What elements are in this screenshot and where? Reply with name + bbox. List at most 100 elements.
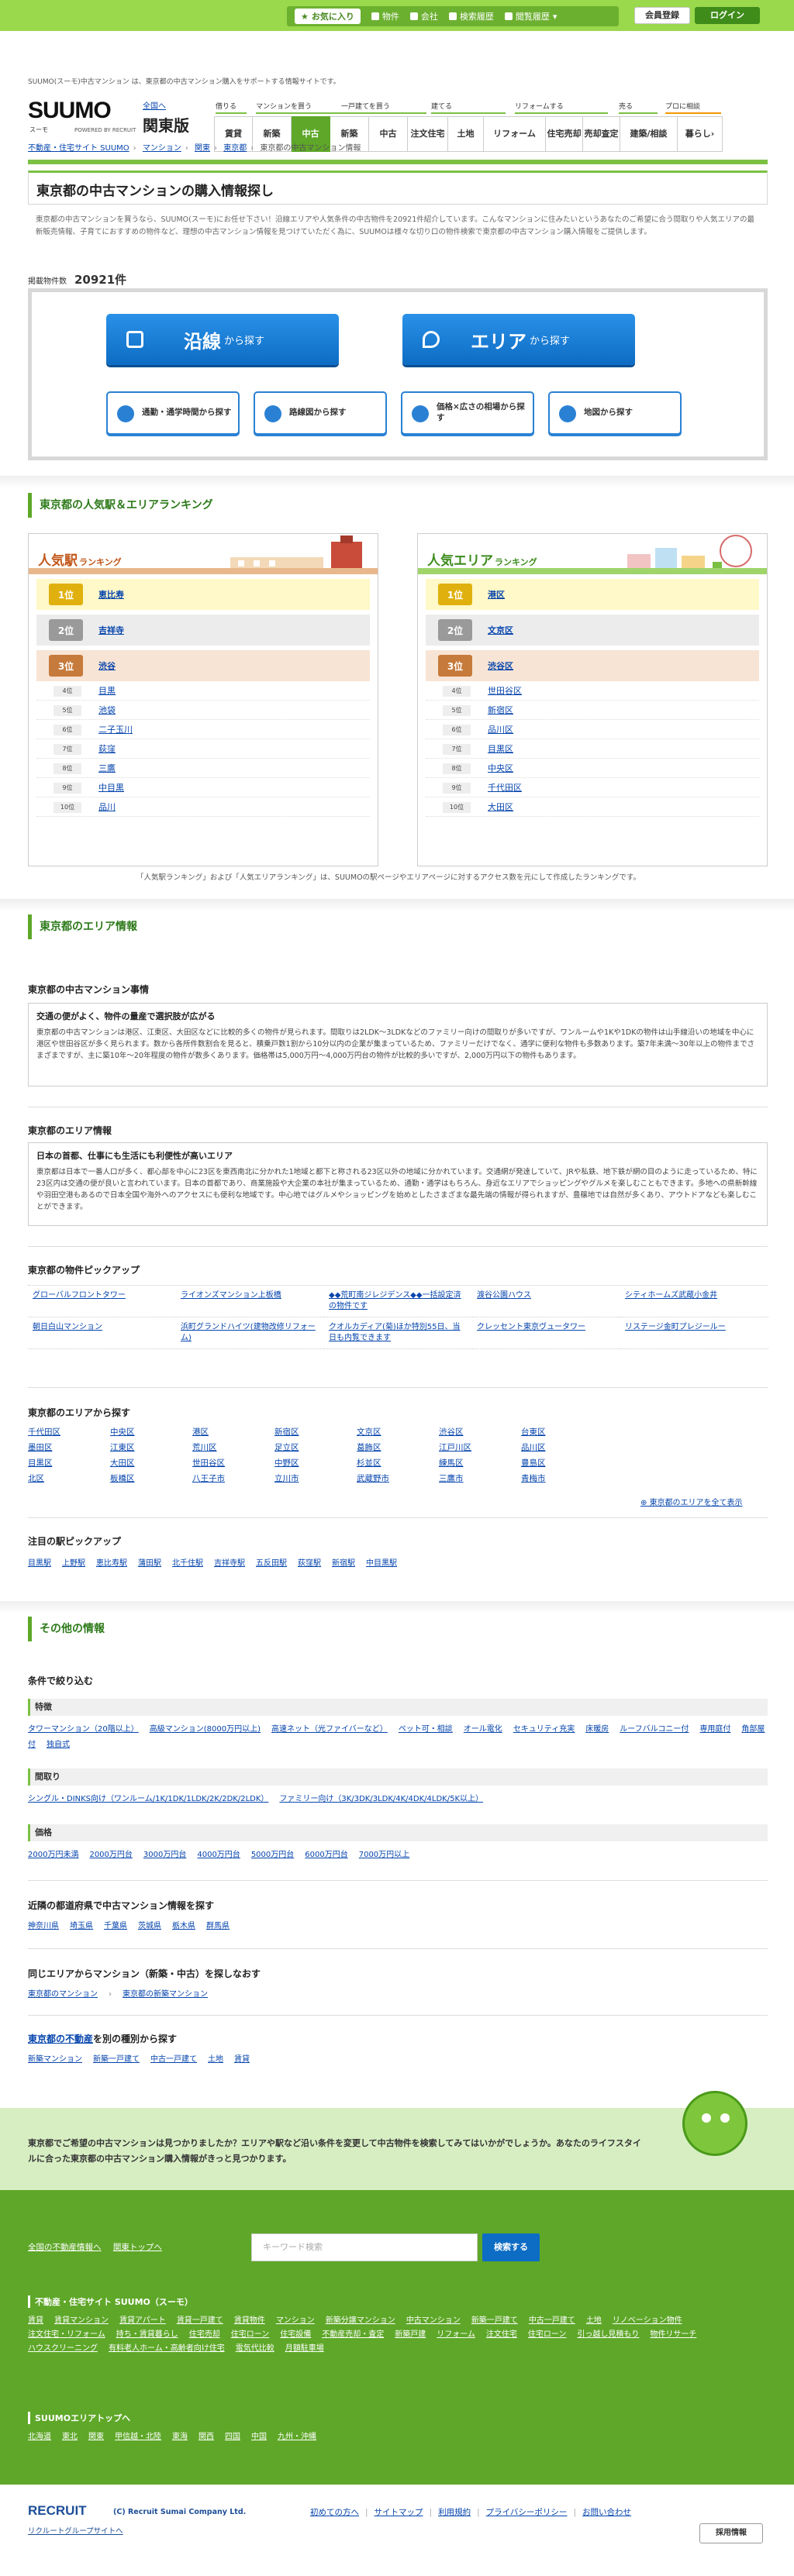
footer-link[interactable]: 新築一戸建て (471, 2314, 518, 2328)
ranking-link[interactable]: 中目黒 (98, 781, 124, 794)
same-area-link[interactable]: 東京都の新築マンション (123, 1990, 208, 1999)
property-link[interactable]: ライオンズマンション上板橋 (181, 1291, 281, 1300)
ranking-link[interactable]: 吉祥寺 (98, 624, 124, 636)
footer-area-link[interactable]: 関西 (198, 2430, 214, 2444)
footer-area-link[interactable]: 中国 (251, 2430, 267, 2444)
ward-link[interactable]: 三鷹市 (439, 1471, 521, 1486)
feature-link[interactable]: タワーマンション（20階以上） (28, 1725, 139, 1734)
station-link[interactable]: 蒲田駅 (138, 1559, 161, 1568)
footer-link[interactable]: ハウスクリーニング (28, 2342, 98, 2356)
ranking-link[interactable]: 大田区 (488, 801, 513, 813)
footer-link[interactable]: 有料老人ホーム・高齢者向け住宅 (109, 2342, 225, 2356)
feature-link[interactable]: 専用庭付 (699, 1725, 730, 1734)
ward-link[interactable]: 立川市 (274, 1471, 357, 1486)
property-link[interactable]: リステージ金町プレジールー (625, 1323, 726, 1331)
breadcrumb-link[interactable]: 東京都 (223, 144, 247, 153)
show-all-wards-link[interactable]: ⊕ 東京都のエリアを全て表示 (640, 1496, 743, 1507)
station-link[interactable]: 中目黒駅 (366, 1559, 397, 1568)
property-type-link[interactable]: 賃貸 (234, 2055, 250, 2064)
footer-link[interactable]: 中古マンション (406, 2314, 461, 2328)
suumo-logo[interactable]: SUUMO (28, 98, 112, 124)
ranking-link[interactable]: 渋谷 (98, 659, 116, 672)
ranking-link[interactable]: 千代田区 (488, 781, 522, 794)
ranking-link[interactable]: 港区 (488, 588, 505, 601)
recruit-logo[interactable]: RECRUIT (28, 2503, 87, 2519)
footer-link[interactable]: 注文住宅・リフォーム (28, 2328, 105, 2342)
ward-link[interactable]: 中野区 (274, 1455, 357, 1471)
register-button[interactable]: 会員登録 (634, 7, 690, 24)
feature-link[interactable]: オール電化 (464, 1725, 502, 1734)
footer-link[interactable]: 土地 (586, 2314, 602, 2328)
ward-link[interactable]: 八王子市 (192, 1471, 274, 1486)
footer-link[interactable]: リフォーム (437, 2328, 475, 2342)
footer-area-link[interactable]: 東北 (62, 2430, 78, 2444)
feature-link[interactable]: 高速ネット（光ファイバーなど） (271, 1725, 388, 1734)
recruit-group-link[interactable]: リクルートグループサイトへ (28, 2525, 123, 2536)
bottom-link[interactable]: サイトマップ (375, 2508, 423, 2517)
property-type-link[interactable]: 新築マンション (28, 2055, 82, 2064)
ward-link[interactable]: 品川区 (521, 1440, 603, 1455)
tab-home-sale[interactable]: 住宅売却 (546, 116, 583, 152)
breadcrumb-link[interactable]: 不動産・住宅サイト SUUMO (28, 144, 129, 153)
ranking-link[interactable]: 荻窪 (98, 742, 116, 755)
property-type-link[interactable]: 土地 (208, 2055, 223, 2064)
property-link[interactable]: ◆◆荒町南ジレジデンス◆◆一括設定済の物件です (329, 1291, 461, 1310)
browse-history-link[interactable]: 閲覧履歴 ▾ (504, 10, 557, 22)
ward-link[interactable]: 北区 (28, 1471, 110, 1486)
company-favorites-link[interactable]: 会社 (409, 10, 438, 22)
bottom-link[interactable]: プライバシーポリシー (486, 2508, 568, 2517)
property-link[interactable]: グローバルフロントタワー (33, 1291, 126, 1300)
ward-link[interactable]: 大田区 (110, 1455, 192, 1471)
tokyo-real-estate-link[interactable]: 東京都の不動産 (28, 2034, 93, 2044)
ward-link[interactable]: 練馬区 (439, 1455, 521, 1471)
tab-assessment[interactable]: 売却査定 (583, 116, 620, 152)
ranking-link[interactable]: 世田谷区 (488, 684, 522, 697)
ward-link[interactable]: 文京区 (357, 1424, 439, 1440)
footer-link[interactable]: 引っ越し見積もり (577, 2328, 639, 2342)
ward-link[interactable]: 世田谷区 (192, 1455, 274, 1471)
price-link[interactable]: 2000万円台 (89, 1851, 132, 1859)
property-type-link[interactable]: 中古一戸建て (150, 2055, 197, 2064)
ranking-link[interactable]: 文京区 (488, 624, 513, 636)
search-by-commute-button[interactable]: 通勤・通学時間から探す (106, 391, 240, 435)
ward-link[interactable]: 板橋区 (110, 1471, 192, 1486)
footer-link[interactable]: 賃貸物件 (234, 2314, 265, 2328)
footer-link[interactable]: 月額駐車場 (285, 2342, 324, 2356)
station-link[interactable]: 上野駅 (62, 1559, 85, 1568)
footer-link[interactable]: 中古一戸建て (529, 2314, 575, 2328)
footer-link[interactable]: マンション (276, 2314, 315, 2328)
feature-link[interactable]: 床暖房 (585, 1725, 609, 1734)
search-by-route-map-button[interactable]: 路線図から探す (254, 391, 387, 435)
prefecture-link[interactable]: 群馬県 (206, 1922, 230, 1930)
feature-link[interactable]: 高級マンション(8000万円以上) (150, 1725, 261, 1734)
ward-link[interactable]: 港区 (192, 1424, 274, 1440)
property-favorites-link[interactable]: 物件 (371, 10, 399, 22)
tab-custom-home[interactable]: 注文住宅 (408, 116, 448, 152)
login-button[interactable]: ログイン (695, 7, 760, 24)
feature-link[interactable]: セキュリティ充実 (513, 1725, 575, 1734)
breadcrumb-link[interactable]: マンション (143, 144, 181, 153)
tab-land[interactable]: 土地 (448, 116, 484, 152)
property-link[interactable]: クオルカディア(菊)ほか特別55日、当日も内覧できます (329, 1323, 461, 1342)
bottom-link[interactable]: お問い合わせ (582, 2508, 631, 2517)
price-link[interactable]: 7000万円以上 (359, 1851, 409, 1859)
ward-link[interactable]: 台東区 (521, 1424, 603, 1440)
footer-area-link[interactable]: 関東 (88, 2430, 104, 2444)
tab-used-house[interactable]: 中古 (369, 116, 408, 152)
footer-link[interactable]: 持ち・賃貸暮らし (116, 2328, 178, 2342)
ward-link[interactable]: 目黒区 (28, 1455, 110, 1471)
tab-living[interactable]: 暮らし › (678, 116, 723, 152)
tab-reform[interactable]: リフォーム (484, 116, 546, 152)
footer-area-link[interactable]: 甲信越・北陸 (115, 2430, 161, 2444)
footer-link[interactable]: 賃貸一戸建て (177, 2314, 223, 2328)
footer-link[interactable]: リノベーション物件 (613, 2314, 682, 2328)
kanto-top-link[interactable]: 関東トップへ (113, 2243, 162, 2252)
footer-link[interactable]: 新築分譲マンション (326, 2314, 395, 2328)
ward-link[interactable]: 江戸川区 (439, 1440, 521, 1455)
footer-link[interactable]: 住宅設備 (280, 2328, 311, 2342)
ward-link[interactable]: 新宿区 (274, 1424, 357, 1440)
property-type-link[interactable]: 新築一戸建て (93, 2055, 140, 2064)
station-link[interactable]: 荻窪駅 (298, 1559, 321, 1568)
footer-link[interactable]: 注文住宅 (486, 2328, 517, 2342)
ward-link[interactable]: 足立区 (274, 1440, 357, 1455)
